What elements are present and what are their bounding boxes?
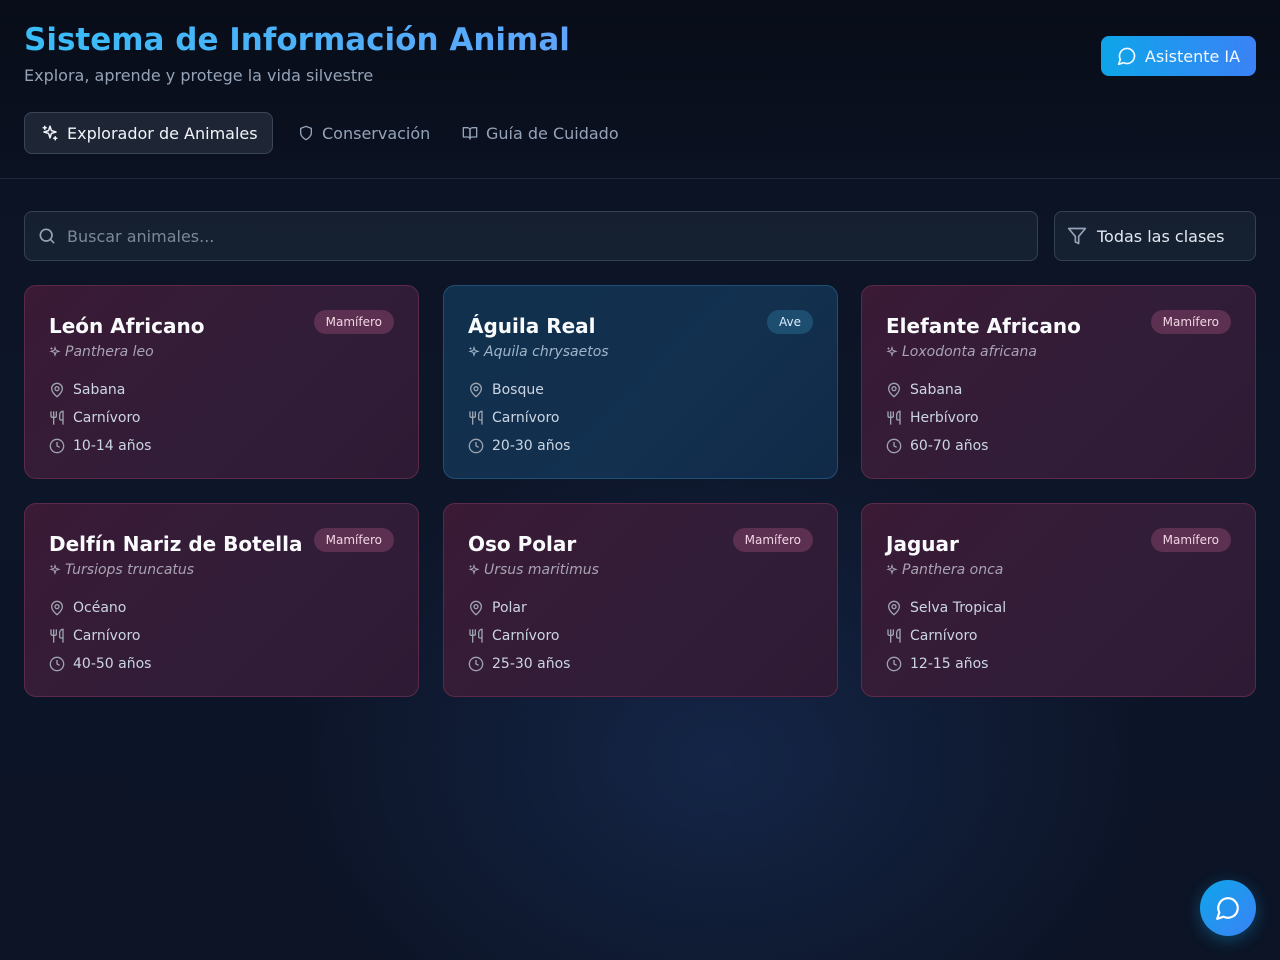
map-pin-icon [49,382,65,398]
tab-conservacion[interactable]: Conservación [281,112,437,154]
message-circle-icon [1215,895,1241,921]
message-circle-icon [1117,46,1137,66]
ai-assistant-button[interactable]: Asistente IA [1101,36,1256,76]
map-pin-icon [468,382,484,398]
scientific-name: Ursus maritimus [468,562,813,578]
scientific-name: Loxodonta africana [886,344,1231,360]
book-open-icon [462,125,478,141]
page-title: Sistema de Información Animal [24,22,570,58]
search-box [24,211,1038,261]
diet-row: Carnívoro [468,622,813,650]
scientific-name: Tursiops truncatus [49,562,394,578]
map-pin-icon [886,600,902,616]
habitat-row: Sabana [49,376,394,404]
habitat-row: Bosque [468,376,813,404]
diet-row: Carnívoro [49,404,394,432]
animal-name: Águila Real [468,314,596,338]
map-pin-icon [886,382,902,398]
clock-icon [468,438,484,454]
utensils-icon [468,410,484,426]
utensils-icon [886,628,902,644]
utensils-icon [886,410,902,426]
clock-icon [468,656,484,672]
utensils-icon [49,410,65,426]
habitat-row: Océano [49,594,394,622]
filter-selected-value: Todas las clases [1097,226,1225,246]
clock-icon [886,438,902,454]
diet-row: Carnívoro [468,404,813,432]
search-icon [37,226,57,246]
utensils-icon [49,628,65,644]
sparkles-icon [41,124,59,142]
filter-icon [1067,226,1087,246]
main-tabs: Explorador de Animales Conservación Guía… [24,112,636,154]
diet-row: Carnívoro [886,622,1231,650]
utensils-icon [468,628,484,644]
lifespan-row: 25-30 años [468,650,813,678]
app-header: Sistema de Información Animal Explora, a… [0,0,1280,179]
diet-row: Herbívoro [886,404,1231,432]
habitat-row: Selva Tropical [886,594,1231,622]
page-subtitle: Explora, aprende y protege la vida silve… [24,66,374,85]
lifespan-row: 10-14 años [49,432,394,460]
animal-card[interactable]: Oso Polar Mamífero Ursus maritimus Polar… [443,503,838,697]
chat-fab-button[interactable] [1200,880,1256,936]
sparkles-icon [49,346,61,358]
class-badge: Ave [767,310,813,334]
class-filter-select[interactable]: Todas las clases [1054,211,1256,261]
map-pin-icon [468,600,484,616]
class-badge: Mamífero [1150,310,1231,334]
class-badge: Mamífero [313,528,394,552]
lifespan-row: 40-50 años [49,650,394,678]
habitat-row: Polar [468,594,813,622]
ai-assistant-label: Asistente IA [1144,46,1241,66]
sparkles-icon [886,346,898,358]
lifespan-row: 60-70 años [886,432,1231,460]
diet-row: Carnívoro [49,622,394,650]
sparkles-icon [886,564,898,576]
animal-card[interactable]: Jaguar Mamífero Panthera onca Selva Trop… [861,503,1256,697]
shield-icon [298,125,314,141]
tab-label: Conservación [322,123,431,143]
scientific-name: Aquila chrysaetos [468,344,813,360]
class-badge: Mamífero [313,310,394,334]
tab-label: Explorador de Animales [67,123,258,143]
sparkles-icon [468,346,480,358]
scientific-name: Panthera leo [49,344,394,360]
animal-card[interactable]: Elefante Africano Mamífero Loxodonta afr… [861,285,1256,479]
clock-icon [886,656,902,672]
lifespan-row: 12-15 años [886,650,1231,678]
map-pin-icon [49,600,65,616]
clock-icon [49,438,65,454]
sparkles-icon [49,564,61,576]
tab-explorador[interactable]: Explorador de Animales [24,112,273,154]
scientific-name: Panthera onca [886,562,1231,578]
class-badge: Mamífero [1150,528,1231,552]
tab-guia-cuidado[interactable]: Guía de Cuidado [445,112,636,154]
class-badge: Mamífero [732,528,813,552]
animal-card[interactable]: Águila Real Ave Aquila chrysaetos Bosque… [443,285,838,479]
habitat-row: Sabana [886,376,1231,404]
sparkles-icon [468,564,480,576]
clock-icon [49,656,65,672]
tab-label: Guía de Cuidado [486,123,619,143]
animal-card[interactable]: Delfín Nariz de Botella Mamífero Tursiop… [24,503,419,697]
lifespan-row: 20-30 años [468,432,813,460]
search-input[interactable] [67,212,1037,260]
animal-card[interactable]: León Africano Mamífero Panthera leo Saba… [24,285,419,479]
